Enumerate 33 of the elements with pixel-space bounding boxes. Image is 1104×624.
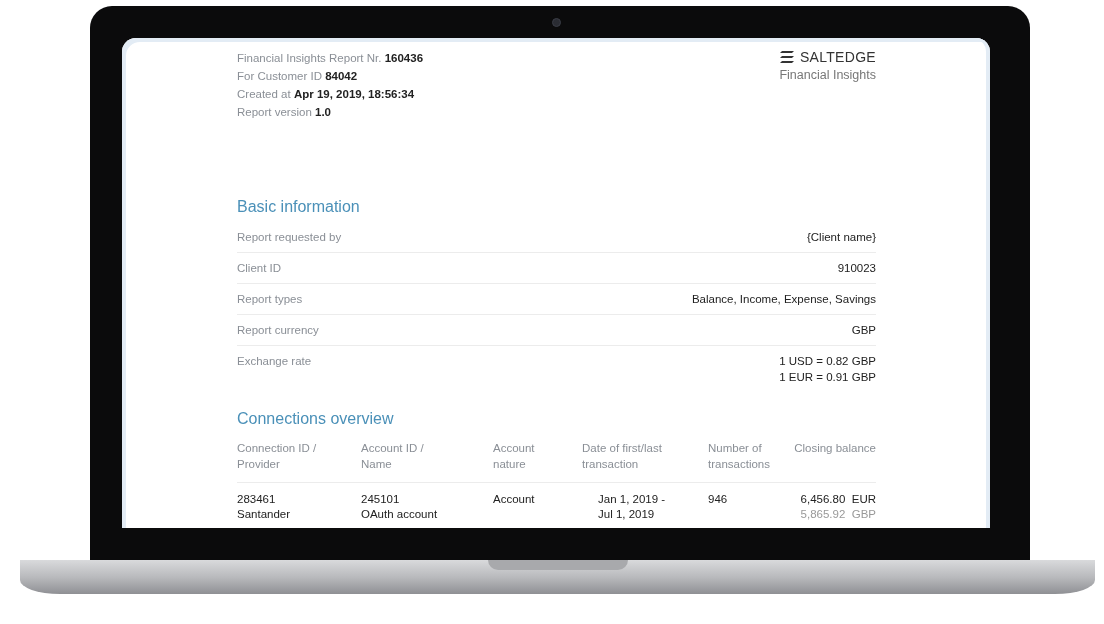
table-cell-text: 946 xyxy=(708,492,729,507)
brand-subtitle: Financial Insights xyxy=(779,68,876,82)
column-header: Account ID / Name xyxy=(361,441,425,472)
table-cell-text: 283461 Santander xyxy=(237,492,292,522)
section-title: Connections overview xyxy=(237,410,395,428)
column-header: Closing balance xyxy=(793,441,876,456)
camera-icon xyxy=(551,17,561,27)
report-meta-line: Report version 1.0 xyxy=(237,105,332,120)
column-header: Date of first/last transaction xyxy=(582,441,663,472)
field-value: GBP xyxy=(851,323,876,338)
table-cell-text: Jan 1, 2019 - Jul 1, 2019 xyxy=(597,492,667,522)
balance-amount: 5,865.92 GBP xyxy=(800,507,876,522)
field-value: Balance, Income, Expense, Savings xyxy=(691,292,876,307)
field-label: Report requested by xyxy=(237,230,342,245)
table-cell-text: Account xyxy=(493,492,536,507)
field-label: Report currency xyxy=(237,323,319,338)
balance-amount: 6,456.80 EUR xyxy=(800,492,876,507)
column-header: Connection ID / Provider xyxy=(237,441,318,472)
field-label: Report types xyxy=(237,292,303,307)
table-cell-text: 245101 OAuth account xyxy=(361,492,439,522)
field-label: Client ID xyxy=(237,261,282,276)
field-label: Exchange rate xyxy=(237,354,312,369)
brand-name: SALTEDGE xyxy=(799,49,876,65)
field-value: 910023 xyxy=(837,261,876,276)
column-header: Account nature xyxy=(493,441,536,472)
section-title: Basic information xyxy=(237,198,361,216)
logo-icon xyxy=(778,50,795,64)
report-meta-line: For Customer ID 84042 xyxy=(237,69,359,84)
field-value: {Client name} xyxy=(806,230,876,245)
report-meta-line: Created at Apr 19, 2019, 18:56:34 xyxy=(237,87,416,102)
field-value: 1 USD = 0.82 GBP 1 EUR = 0.91 GBP xyxy=(779,354,876,385)
report-meta-line: Financial Insights Report Nr. 160436 xyxy=(237,51,424,66)
column-header: Number of transactions xyxy=(708,441,771,472)
